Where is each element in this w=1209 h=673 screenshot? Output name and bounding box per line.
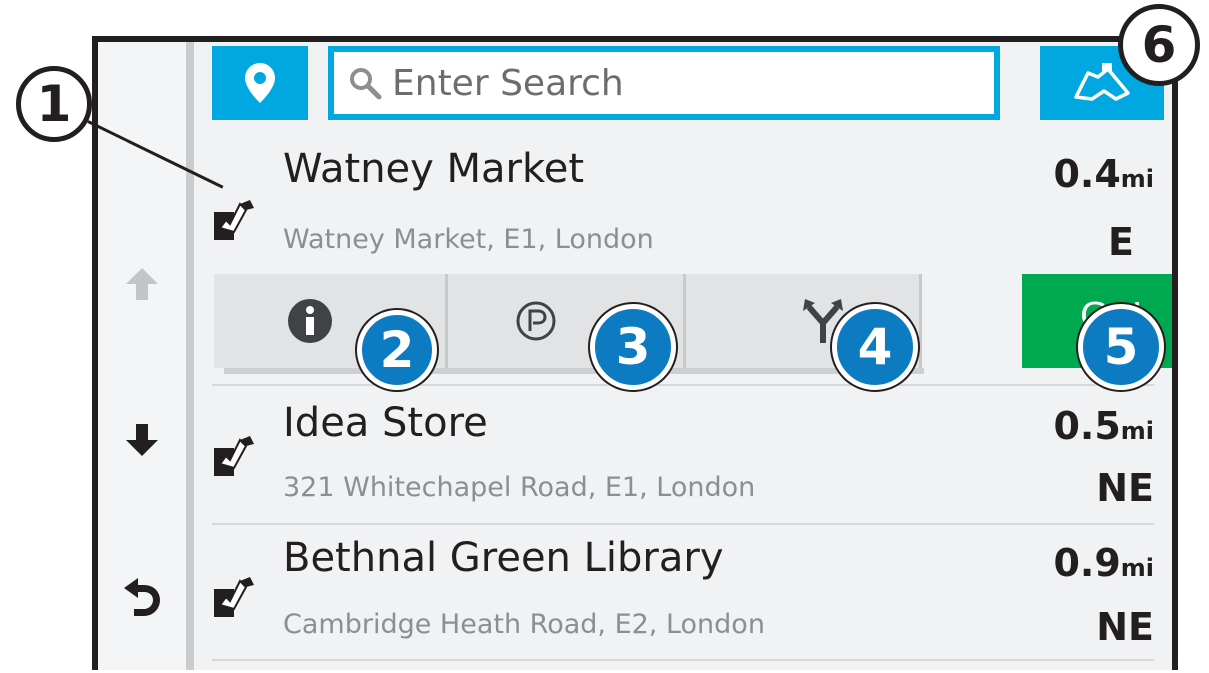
callout-2: 2 <box>357 310 437 390</box>
scroll-rail <box>98 42 186 670</box>
result-actions <box>214 274 1152 374</box>
result-address: Watney Market, E1, London <box>283 224 654 255</box>
result-address: 321 Whitechapel Road, E1, London <box>283 472 756 503</box>
result-distance: 0.9mi <box>1053 541 1154 585</box>
result-address: Cambridge Heath Road, E2, London <box>283 609 765 640</box>
result-distance: 0.4mi <box>1053 152 1154 196</box>
callout-4: 4 <box>832 304 918 390</box>
result-direction: E <box>1108 220 1134 264</box>
callout-3: 3 <box>590 304 676 390</box>
row-separator <box>212 659 1154 661</box>
result-direction: NE <box>1096 466 1154 510</box>
result-name: Watney Market <box>283 146 585 192</box>
location-button[interactable] <box>212 46 308 120</box>
scroll-down-button[interactable] <box>112 410 172 470</box>
scroll-up-button[interactable] <box>112 254 172 314</box>
search-icon <box>350 68 382 100</box>
result-name: Idea Store <box>283 400 488 446</box>
arrow-down-icon <box>126 424 158 456</box>
callout-1: 1 <box>16 66 92 142</box>
list-item[interactable]: Watney Market Watney Market, E1, London … <box>194 126 1172 276</box>
back-icon <box>124 578 160 616</box>
arrow-up-icon <box>126 268 158 300</box>
map-view-icon <box>1074 63 1130 101</box>
result-name: Bethnal Green Library <box>283 535 724 581</box>
rail-divider <box>186 42 194 670</box>
poi-category-icon <box>214 200 254 240</box>
callout-5: 5 <box>1078 304 1164 390</box>
result-direction: NE <box>1096 605 1154 649</box>
parking-icon <box>516 301 555 341</box>
poi-category-icon <box>214 577 254 617</box>
poi-category-icon <box>214 436 254 476</box>
result-distance: 0.5mi <box>1053 404 1154 448</box>
search-input[interactable]: Enter Search <box>328 46 1000 120</box>
actions-shadow <box>224 368 924 374</box>
search-placeholder: Enter Search <box>392 62 624 104</box>
results-panel: Enter Search Watney Market Watney Market… <box>194 42 1172 670</box>
map-pin-icon <box>245 63 275 103</box>
callout-6: 6 <box>1118 4 1200 86</box>
list-item[interactable]: Idea Store 321 Whitechapel Road, E1, Lon… <box>194 386 1172 520</box>
info-icon <box>287 299 332 343</box>
back-button[interactable] <box>112 568 172 628</box>
list-item[interactable]: Bethnal Green Library Cambridge Heath Ro… <box>194 525 1172 659</box>
